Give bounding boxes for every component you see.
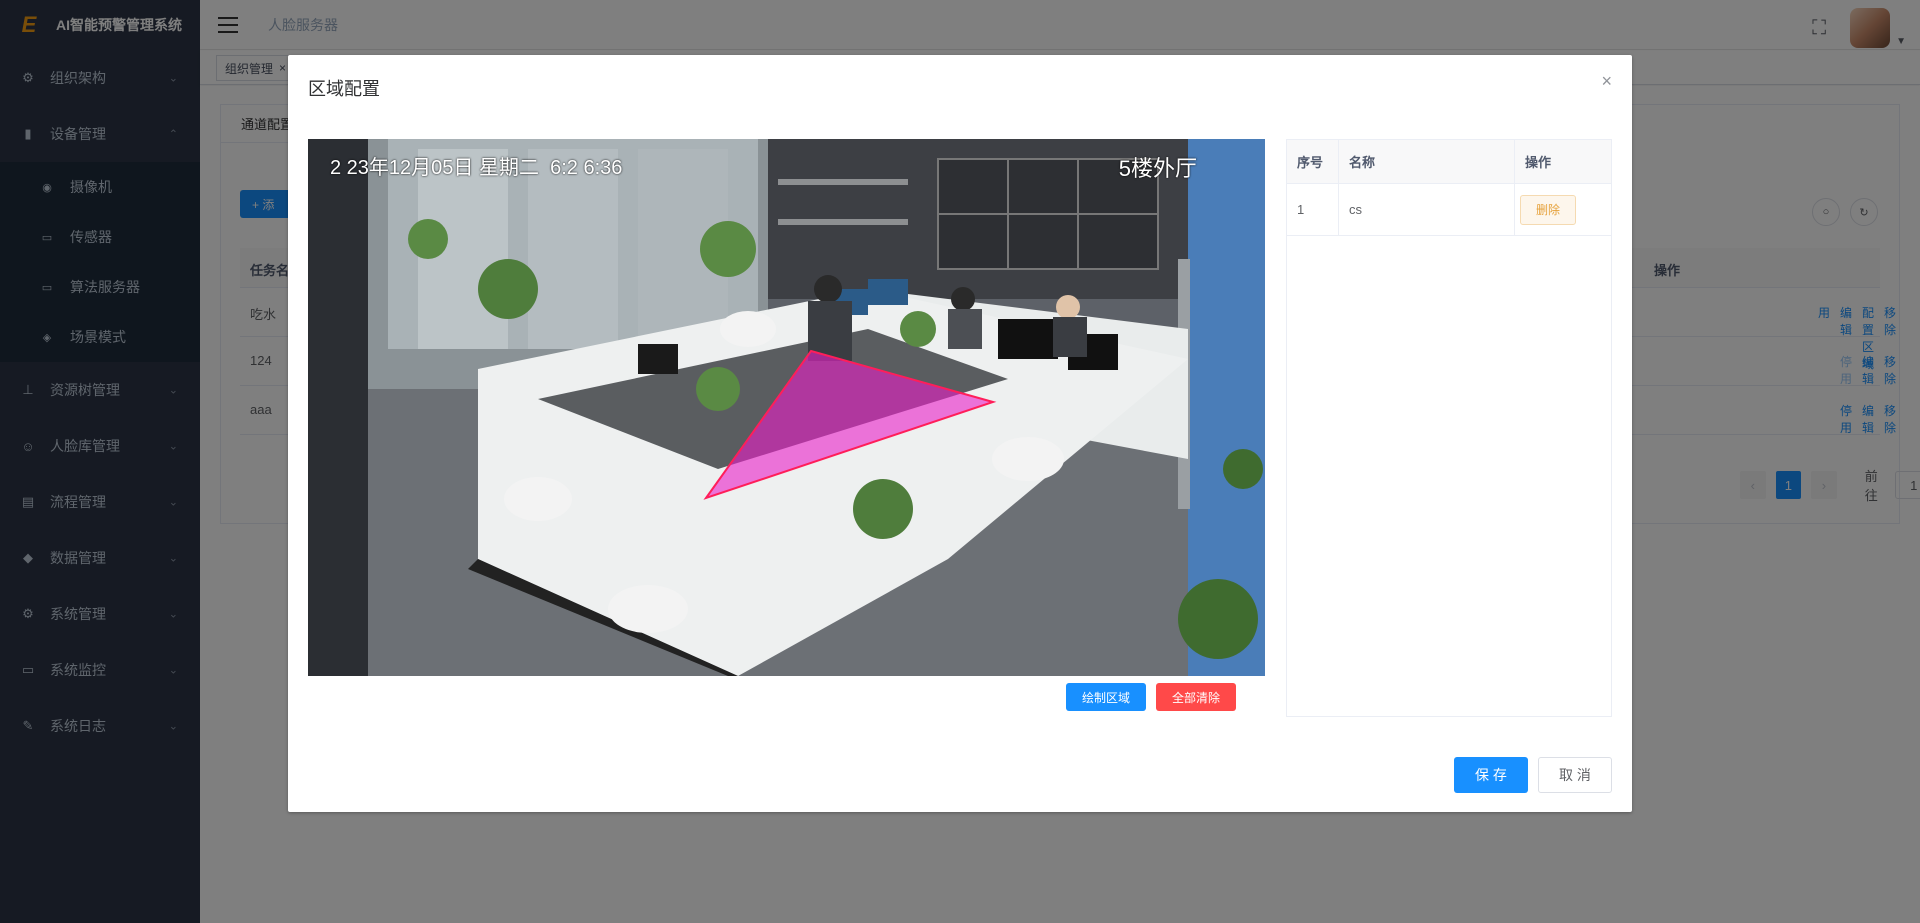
cancel-button[interactable]: 取 消	[1538, 757, 1612, 793]
close-icon[interactable]: ×	[1601, 71, 1612, 92]
column-header-action: 操作	[1525, 155, 1552, 170]
camera-scene[interactable]	[308, 139, 1265, 676]
save-button[interactable]: 保 存	[1454, 757, 1528, 793]
dialog-title: 区域配置	[308, 79, 380, 99]
clear-all-button[interactable]: 全部清除	[1156, 683, 1236, 711]
draw-zone-button[interactable]: 绘制区域	[1066, 683, 1146, 711]
row-index: 1	[1287, 184, 1339, 235]
delete-button[interactable]: 删除	[1520, 194, 1576, 225]
column-header-index: 序号	[1287, 140, 1339, 183]
zone-table: 序号 名称 操作 1 cs 删除	[1286, 139, 1612, 717]
row-action-cell: 删除	[1515, 184, 1613, 235]
camera-video-frame[interactable]: 2 23年12月05日 星期二 6:2 6:36 5楼外厅	[308, 139, 1265, 676]
table-row: 1 cs 删除	[1287, 184, 1611, 236]
column-header-name: 名称	[1339, 140, 1515, 183]
zone-table-header: 序号 名称 操作	[1287, 140, 1611, 184]
row-name: cs	[1339, 184, 1515, 235]
zone-config-dialog: 区域配置 × 2 23年12月05日 星期二 6:2 6:36 5楼外厅 绘制区…	[288, 55, 1632, 812]
video-timestamp: 2 23年12月05日 星期二 6:2 6:36	[330, 157, 623, 179]
video-channel-label: 5楼外厅	[1118, 156, 1197, 181]
